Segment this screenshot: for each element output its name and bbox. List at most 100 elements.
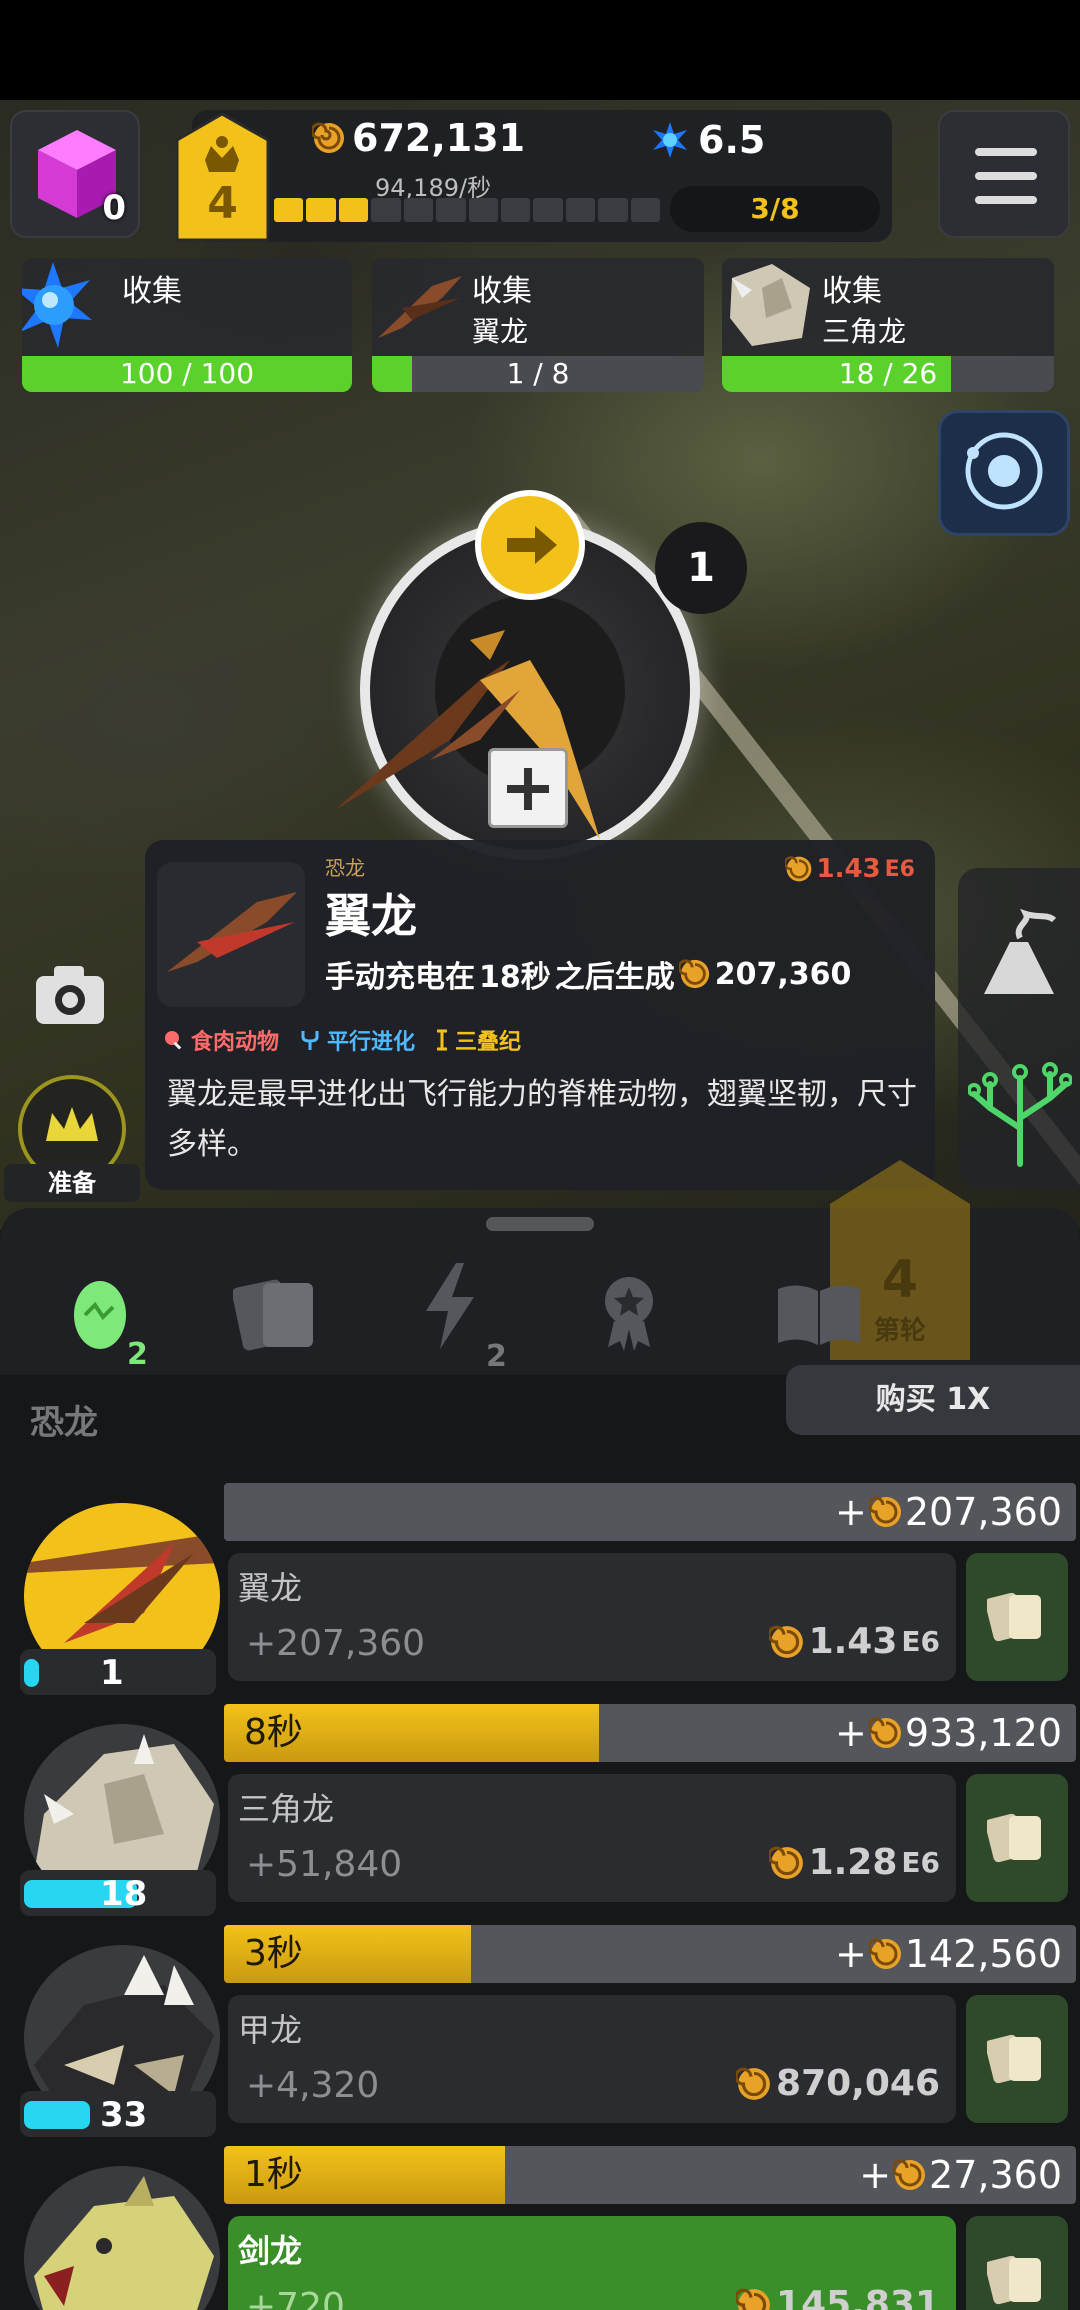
right-tool-rail (958, 868, 1080, 1188)
dino-row-ankylosaurus: 3秒 +142,560 33 甲龙 +4,320 870,046 (0, 1925, 1080, 2145)
card-deck-button[interactable] (966, 1553, 1068, 1681)
egg-count: 2 (127, 1337, 148, 1372)
xp-segment (598, 198, 628, 222)
tab-achievements[interactable] (582, 1255, 692, 1365)
fork-icon (301, 1031, 319, 1050)
volcano-icon[interactable] (974, 908, 1064, 998)
dino-cost: 1.43 E6 (768, 1621, 940, 1662)
auto-text-suffix: 之后生成 (554, 960, 675, 995)
card-deck-button[interactable] (966, 1995, 1068, 2123)
owned-count: 1 (100, 1653, 124, 1693)
menu-line-icon (975, 172, 1037, 180)
level-badge[interactable]: 4 (175, 112, 270, 244)
coin-shell-icon (893, 2159, 926, 2190)
quest-progress-text: 1 / 8 (506, 357, 570, 390)
hamburger-menu-button[interactable] (938, 110, 1070, 238)
game-screen: { "colors": { "accent": "#f3c21a", "prog… (0, 0, 1080, 2310)
owned-meter (24, 1659, 40, 1687)
dino-card[interactable]: 三角龙 +51,840 1.28 E6 (228, 1774, 956, 1902)
stegosaurus-portrait[interactable] (24, 2166, 220, 2310)
coin-shell-icon (868, 1496, 901, 1527)
owned-count: 18 (100, 1874, 148, 1914)
quest-title: 收集 (122, 274, 182, 309)
timer-bar: 1秒 +27,360 (224, 2146, 1076, 2204)
xp-segment (371, 198, 401, 222)
timer-income: +142,560 (835, 1932, 1062, 1976)
popup-dino-name: 翼龙 (325, 889, 417, 943)
timer-label: 3秒 (244, 1933, 303, 1974)
arrow-right-icon (507, 526, 557, 564)
tab-power[interactable]: 2 (410, 1255, 520, 1374)
popup-price-value: 1.43 (816, 854, 881, 884)
gem-total: 6.5 (650, 118, 765, 162)
period-icon (437, 1029, 448, 1051)
cards-icon (987, 2034, 1041, 2084)
drag-handle[interactable] (486, 1217, 594, 1231)
card-deck-button[interactable] (966, 1774, 1068, 1902)
coin-shell-icon (768, 1625, 803, 1658)
popup-thumbnail (157, 862, 305, 1007)
xp-segment (630, 198, 661, 222)
tab-cards[interactable] (225, 1255, 335, 1365)
dino-info-popup: 恐龙 翼龙 1.43 E6 手动充电在 18秒 之后生成 207,360 食肉动物 … (145, 840, 935, 1190)
tag-triassic: 三叠纪 (435, 1024, 521, 1056)
tab-eggs[interactable]: 2 (55, 1255, 165, 1372)
dino-gain: +720 (246, 2286, 345, 2310)
tag-carnivore: 食肉动物 (163, 1024, 279, 1056)
triceratops-icon (730, 264, 810, 346)
sun-boost-button[interactable] (938, 410, 1070, 536)
tab-strip: 2 2 (0, 1235, 1080, 1375)
dino-card[interactable]: 剑龙 +720 145,831 (228, 2216, 956, 2310)
card-deck-button[interactable] (966, 2216, 1068, 2310)
dino-name: 三角龙 (238, 1790, 335, 1828)
gem-cube-button[interactable]: 0 (10, 110, 140, 238)
xp-segment (565, 198, 596, 222)
menu-line-icon (975, 148, 1037, 156)
cards-icon (987, 1813, 1041, 1863)
dino-name: 甲龙 (238, 2011, 303, 2049)
owned-meter (24, 2101, 90, 2129)
status-bar (0, 0, 1080, 100)
quest-card-3[interactable]: 收集 三角龙 18 / 26 (722, 258, 1054, 392)
popup-category: 恐龙 (325, 856, 365, 880)
portrait-footer: 18 (20, 1870, 216, 1916)
auto-amount: 207,360 (714, 956, 852, 992)
dino-card[interactable]: 甲龙 +4,320 870,046 (228, 1995, 956, 2123)
dino-name: 剑龙 (238, 2232, 303, 2270)
timer-income: +27,360 (859, 2153, 1062, 2197)
add-hatch-button[interactable] (488, 748, 568, 828)
coin-shell-icon (868, 1717, 901, 1748)
cards-icon (987, 1592, 1041, 1642)
menu-line-icon (975, 196, 1037, 204)
book-icon (778, 1285, 860, 1345)
dino-cost: 145,831 (736, 2284, 940, 2310)
pterosaur-icon (378, 276, 462, 338)
coin-shell-icon (768, 1846, 803, 1879)
buy-multiplier-button[interactable]: 购买 1X (786, 1365, 1080, 1435)
coin-total-value: 672,131 (352, 116, 526, 160)
camera-icon[interactable] (30, 960, 110, 1030)
quest-progress-bar: 18 / 26 (722, 356, 1054, 392)
dino-cost: 870,046 (736, 2063, 940, 2104)
timer-bar: +207,360 (224, 1483, 1076, 1541)
quest-card-1[interactable]: 收集 100 / 100 (22, 258, 352, 392)
xp-segment (306, 198, 336, 222)
evolution-tree-icon[interactable] (968, 1048, 1072, 1168)
level-xp-bar (274, 198, 661, 222)
blue-star-gem-icon (653, 122, 687, 158)
tab-encyclopedia[interactable] (770, 1255, 880, 1365)
next-arrow-button[interactable] (475, 490, 585, 600)
timer-bar: 3秒 +142,560 (224, 1925, 1076, 1983)
timer-label: 8秒 (244, 1712, 303, 1753)
xp-segment (274, 198, 304, 222)
quest-card-2[interactable]: 收集 翼龙 1 / 8 (372, 258, 704, 392)
ready-label: 准备 (4, 1164, 140, 1202)
dino-row-triceratops: 8秒 +933,120 18 三角龙 +51,840 1.28 E6 (0, 1704, 1080, 1924)
portrait-footer: 33 (20, 2091, 216, 2137)
quest-progress-text: 100 / 100 (119, 357, 255, 390)
timer-income: +933,120 (835, 1711, 1062, 1755)
timer-label: 1秒 (244, 2154, 303, 2195)
coin-shell-icon (868, 1938, 901, 1969)
xp-segment (468, 198, 498, 222)
dino-card[interactable]: 翼龙 +207,360 1.43 E6 (228, 1553, 956, 1681)
